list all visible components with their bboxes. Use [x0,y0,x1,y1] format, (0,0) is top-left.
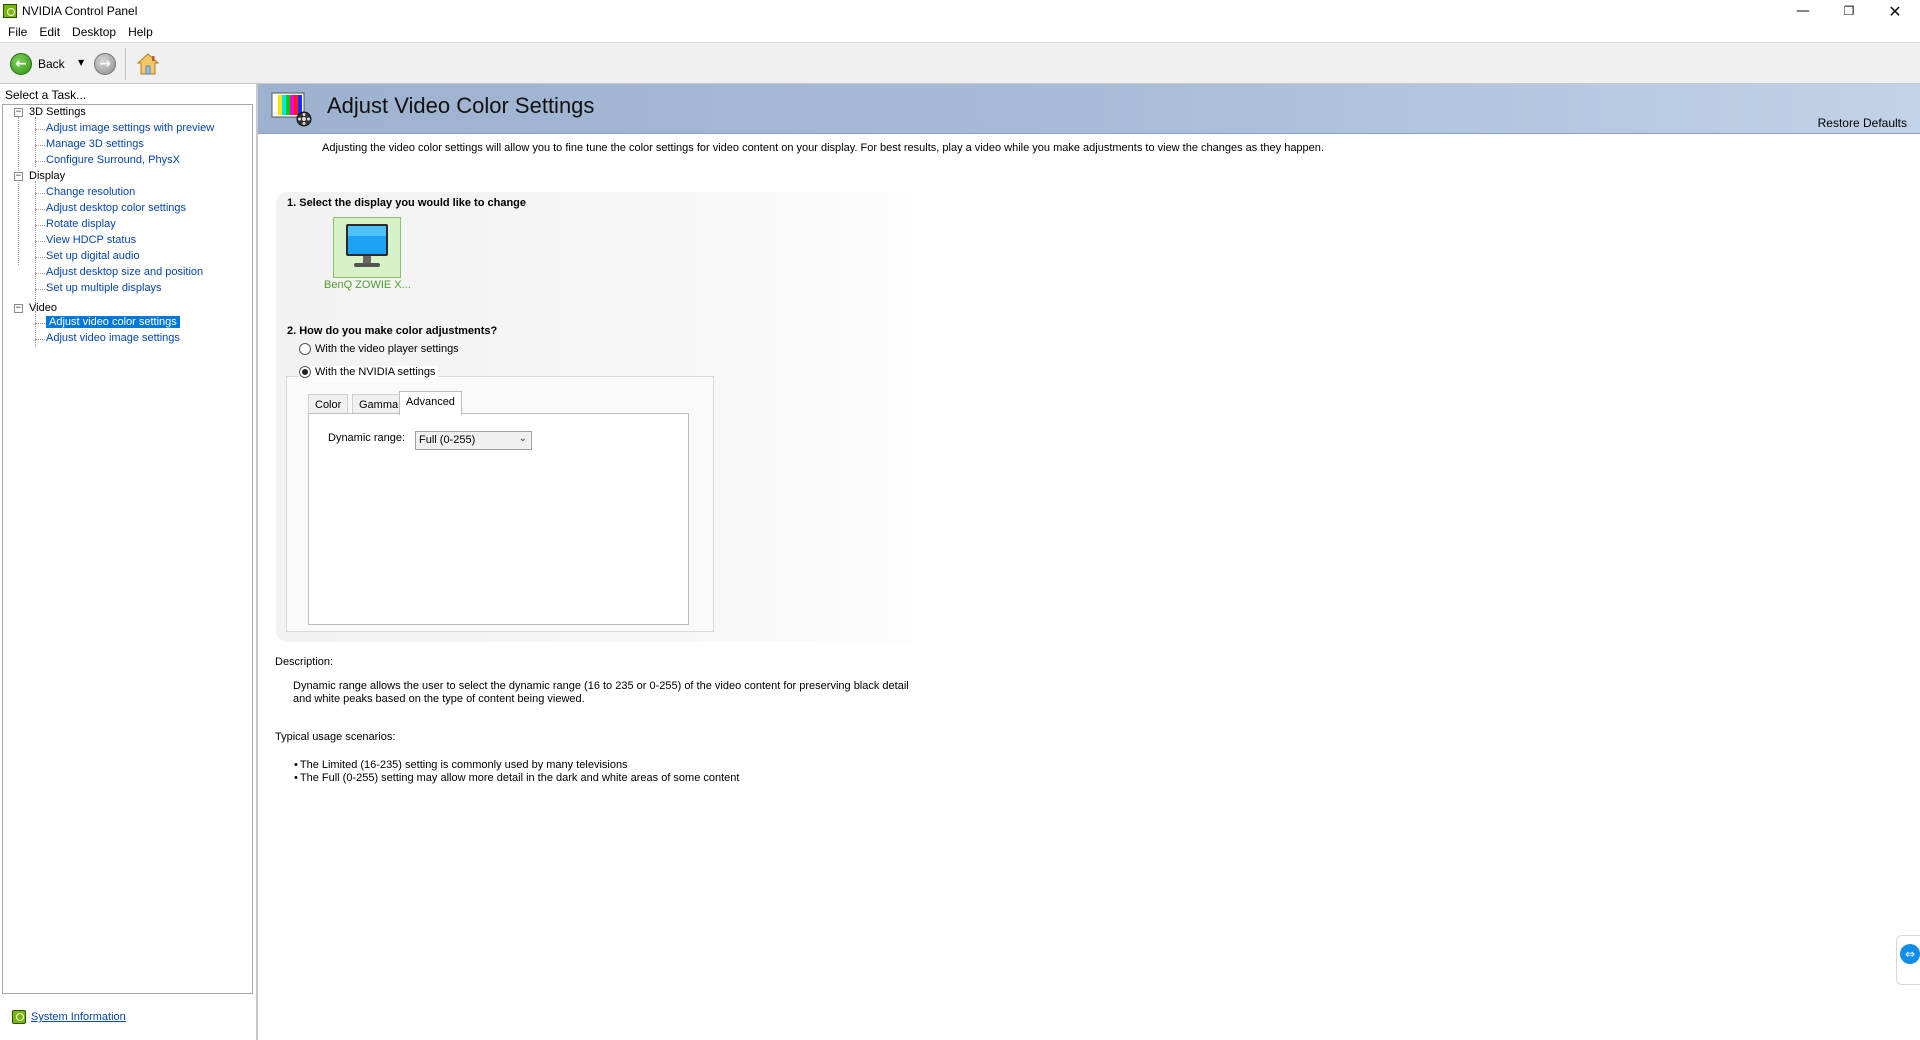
description-heading: Description: [275,656,334,668]
content-area: Adjust Video Color Settings Restore Defa… [258,84,1920,1040]
description-line: Dynamic range allows the user to select … [293,680,909,692]
forward-arrow-icon[interactable]: → [94,53,116,75]
tree-line [35,339,45,340]
chevron-down-icon: ⌄ [518,433,527,444]
tree-category-display[interactable]: Display [29,170,65,182]
dynamic-range-select[interactable]: Full (0-255) ⌄ [415,431,532,450]
back-arrow-icon: ← [10,53,32,75]
task-setup-multiple-displays[interactable]: Set up multiple displays [46,282,162,294]
display-name-label: BenQ ZOWIE X... [324,279,411,291]
task-adjust-desktop-size[interactable]: Adjust desktop size and position [46,266,203,278]
tree-line [35,145,45,146]
home-icon[interactable] [136,52,160,76]
task-adjust-video-color[interactable]: Adjust video color settings [46,316,180,328]
task-setup-digital-audio[interactable]: Set up digital audio [46,250,140,262]
page-banner: Adjust Video Color Settings Restore Defa… [258,84,1920,134]
description-text: Dynamic range allows the user to select … [293,680,933,706]
tree-line [35,323,45,324]
radio-nvidia-settings[interactable]: With the NVIDIA settings [299,366,439,378]
task-adjust-video-image[interactable]: Adjust video image settings [46,332,180,344]
tree-line [35,209,45,210]
back-button[interactable]: ← Back [10,52,65,76]
tree-line [35,129,45,130]
collapse-video-icon[interactable]: − [14,304,23,313]
back-history-dropdown-icon[interactable]: ▼ [78,58,84,67]
system-information-link[interactable]: System Information [31,1011,126,1023]
tree-category-3d-settings[interactable]: 3D Settings [29,106,86,118]
tree-line [35,193,45,194]
toolbar: ← Back ▼ → [0,42,1920,84]
teamviewer-icon: ⇔ [1900,944,1920,964]
dynamic-range-label: Dynamic range: [328,432,406,444]
restore-defaults-link[interactable]: Restore Defaults [1818,116,1907,130]
remote-control-side-tab[interactable]: ⇔ [1896,935,1920,985]
tab-advanced[interactable]: Advanced [399,391,462,415]
dynamic-range-value: Full (0-255) [419,434,476,446]
nvidia-app-icon [3,4,17,18]
task-view-hdcp-status[interactable]: View HDCP status [46,234,136,246]
menu-help[interactable]: Help [122,22,159,42]
minimize-button[interactable]: — [1780,0,1826,22]
task-manage-3d-settings[interactable]: Manage 3D settings [46,138,144,150]
select-task-label: Select a Task... [5,88,87,102]
task-rotate-display[interactable]: Rotate display [46,218,116,230]
usage-item: The Limited (16-235) setting is commonly… [294,759,628,771]
usage-item: The Full (0-255) setting may allow more … [294,772,740,784]
tree-line [35,225,45,226]
task-configure-surround-physx[interactable]: Configure Surround, PhysX [46,154,180,166]
menu-bar: File Edit Desktop Help [0,22,1920,42]
menu-desktop[interactable]: Desktop [66,22,122,42]
tree-line [35,257,45,258]
tree-line [35,289,45,290]
restore-window-button[interactable]: ❐ [1826,0,1872,22]
tree-line [35,311,36,347]
video-color-icon [271,92,312,127]
display-tile-benq[interactable] [333,217,401,278]
title-bar: NVIDIA Control Panel — ❐ ✕ [0,0,1920,22]
toolbar-separator [125,48,126,80]
radio-label: With the video player settings [315,343,459,355]
collapse-display-icon[interactable]: − [14,172,23,181]
usage-heading: Typical usage scenarios: [275,731,396,743]
tree-line [35,161,45,162]
window-title: NVIDIA Control Panel [22,4,138,18]
task-tree: − 3D Settings Adjust image settings with… [2,104,253,994]
tree-category-video[interactable]: Video [29,302,57,314]
section-color-adjustments: 2. How do you make color adjustments? [287,325,498,337]
tab-gamma[interactable]: Gamma [352,394,406,414]
close-button[interactable]: ✕ [1872,0,1918,22]
radio-button[interactable] [299,343,311,355]
tree-line [35,273,45,274]
collapse-3d-settings-icon[interactable]: − [14,108,23,117]
radio-video-player-settings[interactable]: With the video player settings [299,343,459,355]
back-label: Back [38,57,65,71]
radio-label: With the NVIDIA settings [315,366,436,378]
task-adjust-image-settings-preview[interactable]: Adjust image settings with preview [46,122,214,134]
task-adjust-desktop-color[interactable]: Adjust desktop color settings [46,202,186,214]
tree-line [18,117,19,265]
section-select-display: 1. Select the display you would like to … [287,197,527,209]
radio-button-checked[interactable] [299,366,311,378]
tab-color[interactable]: Color [308,394,349,414]
menu-edit[interactable]: Edit [33,22,66,42]
system-info-icon [12,1010,26,1024]
tree-line [35,241,45,242]
page-title: Adjust Video Color Settings [327,93,595,118]
menu-file[interactable]: File [2,22,33,42]
description-line: and white peaks based on the type of con… [293,693,585,705]
task-change-resolution[interactable]: Change resolution [46,186,135,198]
tree-line [35,117,36,167]
page-intro-text: Adjusting the video color settings will … [322,142,1324,154]
monitor-icon [346,224,388,267]
